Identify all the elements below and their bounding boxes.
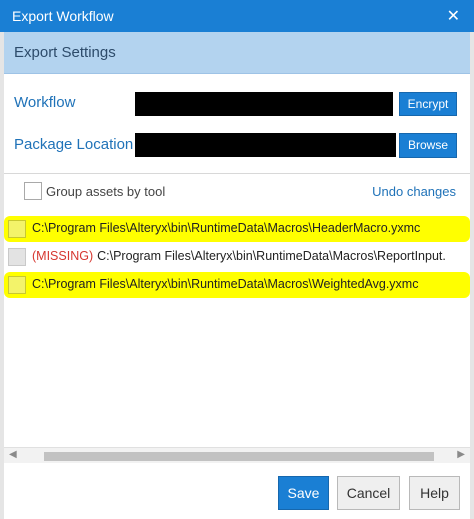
asset-path: C:\Program Files\Alteryx\bin\RuntimeData… [32, 277, 419, 291]
window-border-right [470, 32, 474, 519]
package-location-label: Package Location [14, 136, 134, 153]
scroll-left-icon[interactable]: ◀ [9, 449, 17, 460]
workflow-label: Workflow [14, 94, 76, 111]
divider [4, 173, 470, 174]
undo-changes-link[interactable]: Undo changes [372, 184, 456, 199]
package-location-field-redacted [135, 133, 396, 157]
workflow-field-redacted [135, 92, 393, 116]
group-assets-label: Group assets by tool [46, 184, 166, 199]
cancel-button[interactable]: Cancel [337, 476, 400, 510]
group-assets-checkbox[interactable] [24, 182, 42, 200]
asset-row[interactable]: (MISSING) C:\Program Files\Alteryx\bin\Ru… [4, 244, 470, 270]
help-button[interactable]: Help [409, 476, 460, 510]
scrollbar-thumb[interactable] [44, 452, 434, 461]
horizontal-scrollbar[interactable]: ◀ ▶ [4, 447, 470, 463]
asset-path: (MISSING) C:\Program Files\Alteryx\bin\Ru… [32, 249, 446, 263]
title-bar: Export Workflow ✕ [0, 0, 474, 32]
close-icon[interactable]: ✕ [447, 6, 460, 26]
scroll-right-icon[interactable]: ▶ [457, 449, 465, 460]
section-title: Export Settings [14, 44, 116, 61]
save-button[interactable]: Save [278, 476, 329, 510]
asset-path-text: C:\Program Files\Alteryx\bin\RuntimeData… [97, 249, 446, 263]
window-title: Export Workflow [12, 8, 114, 24]
browse-button[interactable]: Browse [399, 133, 457, 158]
asset-checkbox[interactable] [8, 276, 26, 294]
missing-label: (MISSING) [32, 249, 94, 263]
export-settings-header: Export Settings [4, 32, 470, 74]
asset-row[interactable]: C:\Program Files\Alteryx\bin\RuntimeData… [4, 272, 470, 298]
asset-checkbox[interactable] [8, 220, 26, 238]
asset-list: C:\Program Files\Alteryx\bin\RuntimeData… [4, 206, 470, 444]
asset-checkbox [8, 248, 26, 266]
asset-row[interactable]: C:\Program Files\Alteryx\bin\RuntimeData… [4, 216, 470, 242]
asset-path: C:\Program Files\Alteryx\bin\RuntimeData… [32, 221, 421, 235]
encrypt-button[interactable]: Encrypt [399, 92, 457, 116]
